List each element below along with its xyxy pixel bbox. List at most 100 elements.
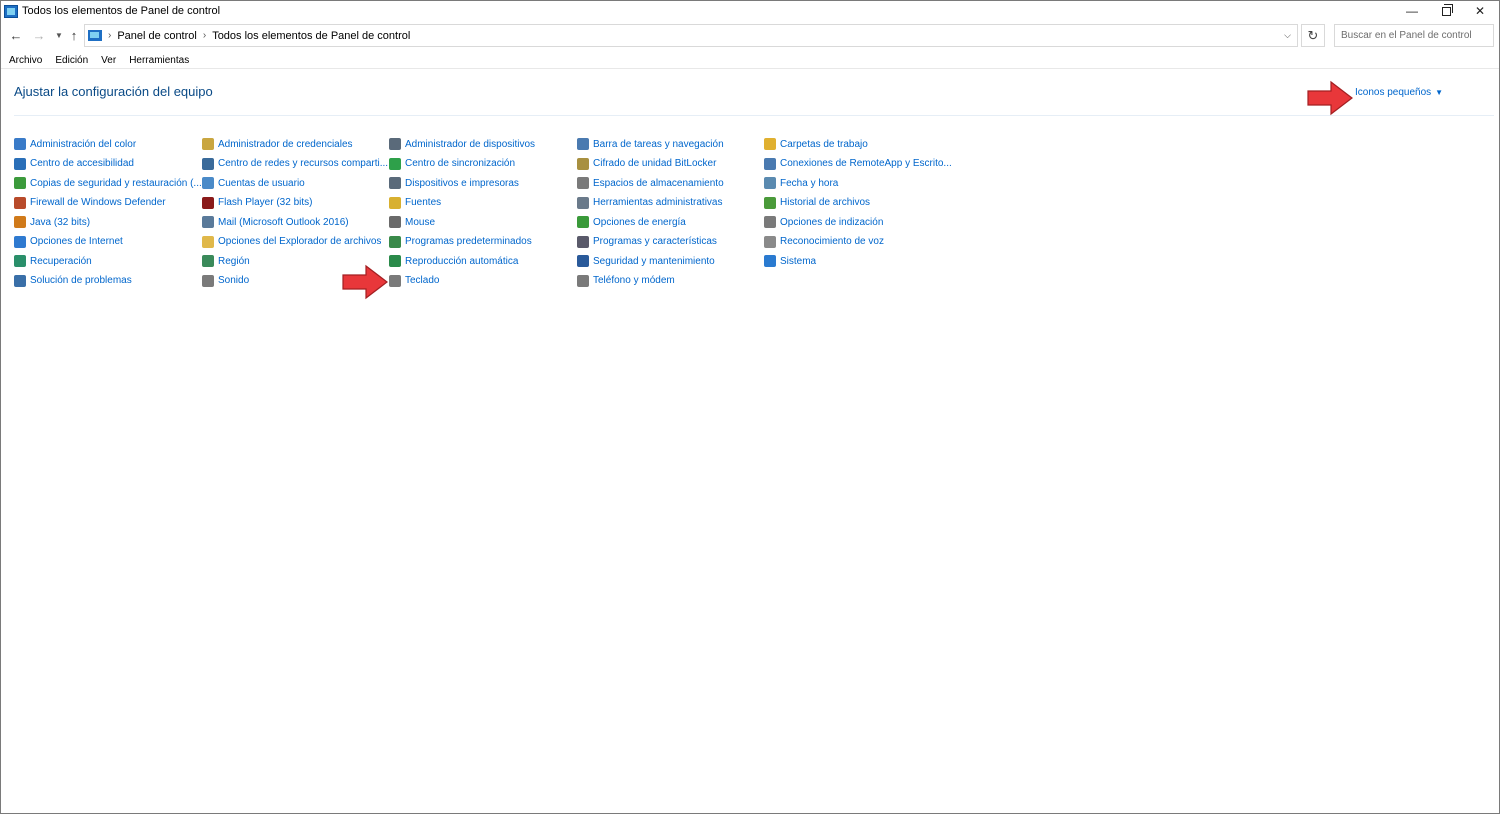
control-panel-item[interactable]: Mail (Microsoft Outlook 2016) <box>202 213 349 231</box>
control-panel-item[interactable]: Programas y características <box>577 233 717 251</box>
security-maintenance-icon <box>577 255 589 267</box>
control-panel-item[interactable]: Opciones del Explorador de archivos <box>202 233 381 251</box>
divider <box>14 115 1494 116</box>
control-panel-item-label: Opciones de indización <box>780 216 884 228</box>
control-panel-item[interactable]: Administrador de credenciales <box>202 135 353 153</box>
device-manager-icon <box>389 138 401 150</box>
control-panel-item-label: Reconocimiento de voz <box>780 236 884 247</box>
java-icon <box>14 216 26 228</box>
control-panel-item-label: Dispositivos e impresoras <box>405 177 519 189</box>
control-panel-item[interactable]: Espacios de almacenamiento <box>577 174 724 192</box>
control-panel-item-label: Centro de redes y recursos comparti... <box>218 158 389 169</box>
control-panel-item[interactable]: Mouse <box>389 213 435 231</box>
control-panel-item-label: Mouse <box>405 216 436 228</box>
troubleshooting-icon <box>14 274 26 287</box>
restore-icon <box>1441 3 1453 16</box>
control-panel-item[interactable]: Seguridad y mantenimiento <box>577 252 715 270</box>
speech-recognition-icon <box>764 235 776 248</box>
forward-button[interactable]: → <box>30 26 48 44</box>
minimize-button[interactable]: — <box>1395 1 1429 21</box>
menu-ver[interactable]: Ver <box>101 55 116 66</box>
control-panel-item[interactable]: Historial de archivos <box>764 194 870 212</box>
control-panel-item[interactable]: Región <box>202 252 250 270</box>
refresh-icon: ↻ <box>1307 27 1319 43</box>
control-panel-item-label: Cuentas de usuario <box>218 177 305 189</box>
control-panel-item[interactable]: Copias de seguridad y restauración (... <box>14 174 202 192</box>
control-panel-item[interactable]: Cuentas de usuario <box>202 174 305 192</box>
control-panel-item[interactable]: Administrador de dispositivos <box>389 135 535 153</box>
control-panel-item-label: Cifrado de unidad BitLocker <box>593 158 717 169</box>
breadcrumb-separator-icon: › <box>108 30 112 41</box>
control-panel-item[interactable]: Firewall de Windows Defender <box>14 194 166 212</box>
annotation-arrow-icon <box>342 264 388 300</box>
control-panel-item[interactable]: Programas predeterminados <box>389 233 532 251</box>
breadcrumb-all-items[interactable]: Todos los elementos de Panel de control <box>212 30 410 42</box>
control-panel-item[interactable]: Cifrado de unidad BitLocker <box>577 155 716 173</box>
control-panel-item[interactable]: Dispositivos e impresoras <box>389 174 519 192</box>
control-panel-item-label: Sonido <box>218 275 250 286</box>
user-accounts-icon <box>202 177 214 189</box>
address-dropdown-icon[interactable]: ⌵ <box>1284 30 1291 41</box>
page-title: Ajustar la configuración del equipo <box>14 84 213 99</box>
control-panel-item[interactable]: Carpetas de trabajo <box>764 135 868 153</box>
control-panel-item-label: Flash Player (32 bits) <box>218 197 313 208</box>
up-button[interactable]: ↑ <box>65 26 83 44</box>
control-panel-item[interactable]: Administración del color <box>14 135 136 153</box>
control-panel-item-label: Reproducción automática <box>405 255 519 267</box>
flash-player-icon <box>202 196 214 209</box>
up-arrow-icon: ↑ <box>70 27 78 43</box>
control-panel-item[interactable]: Barra de tareas y navegación <box>577 135 724 153</box>
address-bar[interactable]: › Panel de control › Todos los elementos… <box>84 24 1298 47</box>
phone-modem-icon <box>577 274 589 287</box>
chevron-down-icon: ▼ <box>55 30 63 40</box>
control-panel-item-label: Barra de tareas y navegación <box>593 138 724 150</box>
control-panel-item[interactable]: Recuperación <box>14 252 92 270</box>
control-panel-item-label: Seguridad y mantenimiento <box>593 255 715 267</box>
refresh-button[interactable]: ↻ <box>1301 24 1325 47</box>
close-icon: ✕ <box>1474 4 1486 18</box>
control-panel-item[interactable]: Opciones de indización <box>764 213 883 231</box>
control-panel-item[interactable]: Opciones de energía <box>577 213 686 231</box>
control-panel-item[interactable]: Centro de sincronización <box>389 155 515 173</box>
menu-archivo[interactable]: Archivo <box>9 55 42 66</box>
mail-icon <box>202 216 214 228</box>
control-panel-item[interactable]: Reconocimiento de voz <box>764 233 884 251</box>
control-panel-item[interactable]: Conexiones de RemoteApp y Escrito... <box>764 155 952 173</box>
back-button[interactable]: ← <box>7 26 25 44</box>
search-input[interactable] <box>1334 24 1494 47</box>
breadcrumb-control-panel[interactable]: Panel de control <box>117 30 197 42</box>
view-by-dropdown[interactable]: Iconos pequeños ▼ <box>1355 87 1443 98</box>
control-panel-item[interactable]: Herramientas administrativas <box>577 194 723 212</box>
indexing-options-icon <box>764 216 776 228</box>
control-panel-item[interactable]: Flash Player (32 bits) <box>202 194 312 212</box>
control-panel-item[interactable]: Fecha y hora <box>764 174 838 192</box>
control-panel-item[interactable]: Centro de redes y recursos comparti... <box>202 155 388 173</box>
control-panel-icon <box>88 30 102 41</box>
credential-manager-icon <box>202 138 214 150</box>
close-button[interactable]: ✕ <box>1463 1 1497 21</box>
control-panel-item-label: Opciones de Internet <box>30 236 123 247</box>
control-panel-item[interactable]: Opciones de Internet <box>14 233 123 251</box>
control-panel-item[interactable]: Centro de accesibilidad <box>14 155 134 173</box>
mouse-icon <box>389 216 401 228</box>
control-panel-item-label: Mail (Microsoft Outlook 2016) <box>218 216 349 228</box>
control-panel-item[interactable]: Fuentes <box>389 194 441 212</box>
annotation-arrow-icon <box>1307 80 1353 116</box>
control-panel-item[interactable]: Reproducción automática <box>389 252 518 270</box>
control-panel-item[interactable]: Teléfono y módem <box>577 272 675 290</box>
minimize-icon: — <box>1406 4 1418 18</box>
fonts-icon <box>389 196 401 209</box>
control-panel-item[interactable]: Sonido <box>202 272 249 290</box>
control-panel-item[interactable]: Teclado <box>389 272 439 290</box>
control-panel-item-label: Opciones de energía <box>593 216 686 228</box>
control-panel-item[interactable]: Sistema <box>764 252 816 270</box>
restore-button[interactable] <box>1429 1 1463 21</box>
menu-edicion[interactable]: Edición <box>55 55 88 66</box>
control-panel-item-label: Recuperación <box>30 255 92 267</box>
control-panel-item[interactable]: Java (32 bits) <box>14 213 90 231</box>
menu-herramientas[interactable]: Herramientas <box>129 55 189 66</box>
control-panel-item[interactable]: Solución de problemas <box>14 272 132 290</box>
control-panel-item-label: Fecha y hora <box>780 177 839 189</box>
control-panel-item-label: Historial de archivos <box>780 197 871 208</box>
control-panel-item-label: Copias de seguridad y restauración (... <box>30 177 202 189</box>
